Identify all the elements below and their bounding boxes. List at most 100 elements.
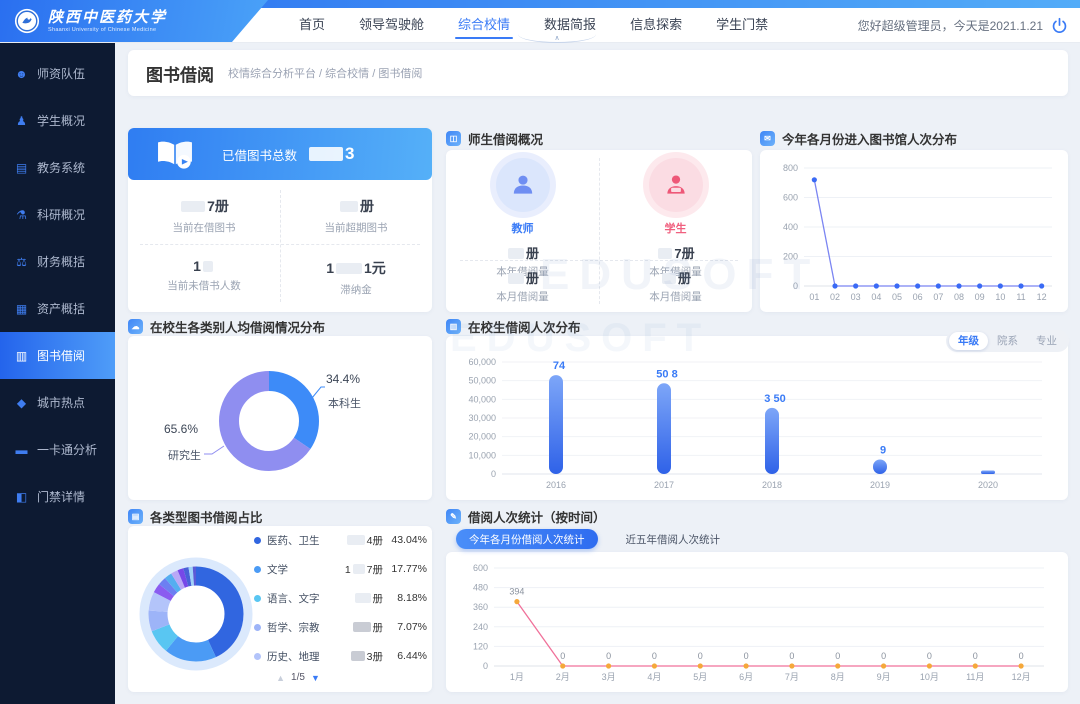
svg-text:12: 12 xyxy=(1037,292,1047,302)
svg-text:800: 800 xyxy=(783,163,798,173)
nav-item-home[interactable]: 首页 xyxy=(282,8,342,42)
sidebar-item-faculty[interactable]: ☻师资队伍 xyxy=(0,50,115,97)
university-name-en: Shaanxi University of Chinese Medicine xyxy=(48,27,167,33)
card-title: 各类型图书借阅占比 xyxy=(150,507,263,526)
svg-text:50 8: 50 8 xyxy=(656,368,677,380)
svg-text:20,000: 20,000 xyxy=(468,432,496,442)
bar-chart-icon: ▥ xyxy=(446,319,461,334)
svg-text:50,000: 50,000 xyxy=(468,376,496,386)
svg-text:1月: 1月 xyxy=(510,672,524,682)
stat-non-borrowers: 1 当前未借书人数 xyxy=(128,258,280,293)
svg-text:40,000: 40,000 xyxy=(468,394,496,404)
sidebar-item-finance[interactable]: ⚖财务概括 xyxy=(0,238,115,285)
svg-text:360: 360 xyxy=(473,602,488,612)
svg-text:0: 0 xyxy=(793,281,798,291)
research-icon: ⚗ xyxy=(15,208,28,222)
card-title: 师生借阅概况 xyxy=(468,129,543,148)
svg-text:02: 02 xyxy=(830,292,840,302)
svg-text:240: 240 xyxy=(473,622,488,632)
finance-icon: ⚖ xyxy=(15,255,28,269)
category-donut-chart xyxy=(128,336,432,500)
postgrad-label: 研究生 xyxy=(168,447,201,463)
open-book-icon xyxy=(154,139,196,170)
sidebar-item-city-hotspot[interactable]: ◆城市热点 xyxy=(0,379,115,426)
user-area: 您好超级管理员，今天是2021.1.21 xyxy=(858,8,1068,42)
stat-current-borrowed: 7册 当前在借图书 xyxy=(128,196,280,235)
legend-dot xyxy=(254,566,261,573)
sidebar-item-access-detail[interactable]: ◧门禁详情 xyxy=(0,473,115,520)
svg-text:10: 10 xyxy=(995,292,1005,302)
category-share-card-header: ☁ 在校生各类别人均借阅情况分布 xyxy=(128,317,325,336)
svg-text:07: 07 xyxy=(933,292,943,302)
tab-department[interactable]: 院系 xyxy=(988,332,1027,350)
svg-text:12月: 12月 xyxy=(1012,672,1031,682)
cloud-icon: ☁ xyxy=(128,319,143,334)
book-type-card-header: ▤ 各类型图书借阅占比 xyxy=(128,507,263,526)
total-borrowed-value: 3 xyxy=(307,144,354,164)
svg-text:9月: 9月 xyxy=(877,672,891,682)
page-down-icon[interactable]: ▼ xyxy=(311,673,320,683)
borrow-by-time-card-header: ✎ 借阅人次统计（按时间） xyxy=(446,507,606,526)
nav-item-student-access[interactable]: 学生门禁 xyxy=(699,8,785,42)
svg-text:10月: 10月 xyxy=(920,672,939,682)
svg-text:09: 09 xyxy=(975,292,985,302)
teacher-avatar xyxy=(496,158,550,212)
svg-text:120: 120 xyxy=(473,641,488,651)
nav-item-cockpit[interactable]: 领导驾驶舱 xyxy=(342,8,441,42)
legend-dot xyxy=(254,537,261,544)
sidebar-item-library-borrowing[interactable]: ▥图书借阅 xyxy=(0,332,115,379)
borrow-by-year-card: 010,00020,00030,00040,00050,00060,000201… xyxy=(446,336,1068,500)
legend-pager: ▲ 1/5 ▼ xyxy=(238,672,358,683)
card-title: 今年各月份进入图书馆人次分布 xyxy=(782,129,957,148)
sidebar-item-assets[interactable]: ▦资产概括 xyxy=(0,285,115,332)
power-icon[interactable] xyxy=(1051,17,1068,34)
five-year-stat-button[interactable]: 近五年借阅人次统计 xyxy=(626,532,721,547)
page-up-icon[interactable]: ▲ xyxy=(276,673,285,683)
svg-text:01: 01 xyxy=(809,292,819,302)
nav-item-campus-overview[interactable]: 综合校情 xyxy=(441,8,527,42)
svg-text:03: 03 xyxy=(851,292,861,302)
svg-text:0: 0 xyxy=(560,651,565,661)
legend-dot xyxy=(254,595,261,602)
sidebar-item-onecard-analysis[interactable]: ▬一卡通分析 xyxy=(0,426,115,473)
borrow-by-year-bar-chart: 010,00020,00030,00040,00050,00060,000201… xyxy=(446,336,1068,500)
monthly-entries-line-chart: 0200400600800010203040506070809101112 xyxy=(760,150,1068,312)
svg-text:11: 11 xyxy=(1016,292,1025,302)
svg-text:06: 06 xyxy=(913,292,923,302)
legend-dot xyxy=(254,624,261,631)
svg-text:394: 394 xyxy=(509,587,524,597)
svg-text:0: 0 xyxy=(973,651,978,661)
svg-text:0: 0 xyxy=(789,651,794,661)
sidebar-item-students[interactable]: ♟学生概况 xyxy=(0,97,115,144)
borrow-by-year-card-header: ▥ 在校生借阅人次分布 xyxy=(446,317,581,336)
breadcrumb: 校情综合分析平台 / 综合校情 / 图书借阅 xyxy=(228,65,422,81)
svg-text:2017: 2017 xyxy=(654,480,674,490)
university-emblem-icon xyxy=(14,8,40,34)
academic-icon: ▤ xyxy=(15,161,28,175)
tab-major[interactable]: 专业 xyxy=(1027,332,1066,350)
svg-text:0: 0 xyxy=(491,469,496,479)
svg-text:4月: 4月 xyxy=(647,672,661,682)
svg-text:30,000: 30,000 xyxy=(468,413,496,423)
card-icon: ▬ xyxy=(15,443,28,457)
tab-grade[interactable]: 年级 xyxy=(949,332,988,350)
nav-item-info-explore[interactable]: 信息探索 xyxy=(613,8,699,42)
sidebar-item-research[interactable]: ⚗科研概况 xyxy=(0,191,115,238)
monthly-stat-button[interactable]: 今年各月份借阅人次统计 xyxy=(456,529,598,549)
svg-text:08: 08 xyxy=(954,292,964,302)
teacher-icon xyxy=(510,172,536,198)
student-avatar xyxy=(649,158,703,212)
svg-text:480: 480 xyxy=(473,583,488,593)
borrow-by-time-card: 01202403604806001月2月3月4月5月6月7月8月9月10月11月… xyxy=(446,552,1068,692)
user-greeting: 您好超级管理员，今天是2021.1.21 xyxy=(858,17,1043,34)
card-title: 在校生各类别人均借阅情况分布 xyxy=(150,317,325,336)
university-logo: 陕西中医药大学 Shaanxi University of Chinese Me… xyxy=(0,0,268,42)
teacher-label: 教师 xyxy=(446,220,599,236)
pencil-icon: ✎ xyxy=(446,509,461,524)
svg-text:600: 600 xyxy=(473,563,488,573)
sidebar-item-academic-system[interactable]: ▤教务系统 xyxy=(0,144,115,191)
legend-item-philosophy: 哲学、宗教 册 7.07% xyxy=(254,617,430,637)
page-indicator: 1/5 xyxy=(291,672,305,683)
monthly-entries-card: 0200400600800010203040506070809101112 xyxy=(760,150,1068,312)
student-label: 学生 xyxy=(599,220,752,236)
